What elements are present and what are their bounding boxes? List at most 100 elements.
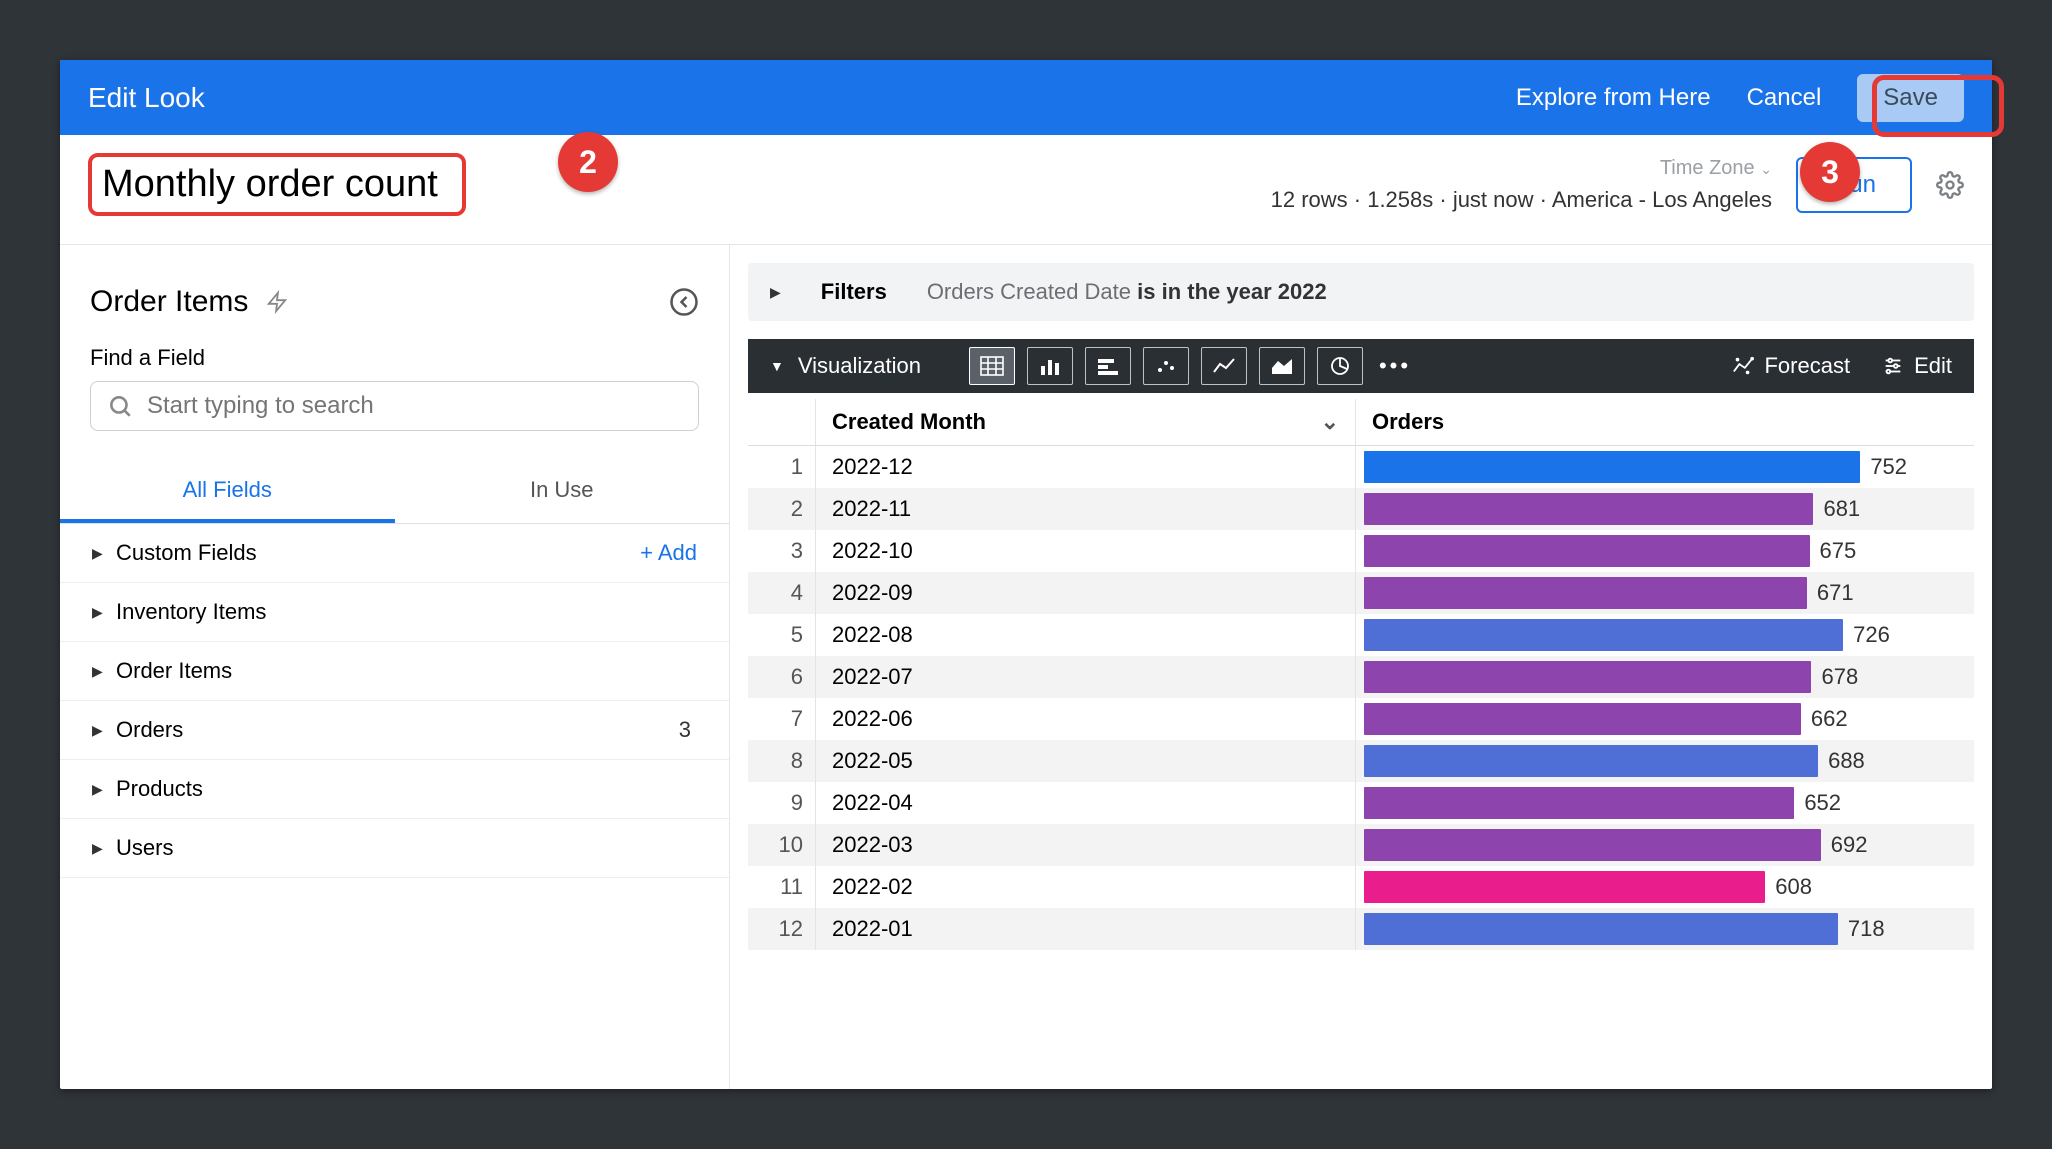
viz-column-icon[interactable] — [1027, 347, 1073, 385]
viz-table-icon[interactable] — [969, 347, 1015, 385]
bar-value: 681 — [1823, 496, 1860, 522]
row-index: 5 — [748, 614, 816, 656]
run-stats: 12 rows · 1.258s · just now · America - … — [1271, 183, 1772, 216]
bar — [1364, 535, 1810, 567]
bar — [1364, 619, 1843, 651]
filters-bar[interactable]: ▶ Filters Orders Created Date is in the … — [748, 263, 1974, 321]
viz-scatter-icon[interactable] — [1143, 347, 1189, 385]
cell-month: 2022-06 — [816, 698, 1356, 740]
explore-from-here-link[interactable]: Explore from Here — [1516, 84, 1711, 112]
row-index: 7 — [748, 698, 816, 740]
cell-orders: 608 — [1356, 866, 1974, 908]
cell-orders: 671 — [1356, 572, 1974, 614]
cell-month: 2022-04 — [816, 782, 1356, 824]
page-mode-title: Edit Look — [88, 82, 1516, 114]
row-index: 2 — [748, 488, 816, 530]
field-group[interactable]: ▶Orders3 — [60, 701, 729, 760]
app-window: Edit Look Explore from Here Cancel Save … — [60, 60, 1992, 1089]
bar — [1364, 871, 1765, 903]
collapse-sidebar-icon[interactable] — [669, 287, 699, 317]
sub-header: Monthly order count Time Zone ⌄ 12 rows … — [60, 135, 1992, 245]
field-groups: ▶Custom Fields+ Add▶Inventory Items▶Orde… — [60, 524, 729, 1089]
field-group[interactable]: ▶Inventory Items — [60, 583, 729, 642]
timezone-label[interactable]: Time Zone — [1660, 157, 1755, 179]
cell-orders: 688 — [1356, 740, 1974, 782]
bar-value: 688 — [1828, 748, 1865, 774]
table-row[interactable]: 92022-04 652 — [748, 782, 1974, 824]
bar — [1364, 577, 1807, 609]
table-row[interactable]: 32022-10675 — [748, 530, 1974, 572]
cell-month: 2022-08 — [816, 614, 1356, 656]
viz-more-icon[interactable]: ••• — [1379, 353, 1411, 379]
table-row[interactable]: 42022-09671 — [748, 572, 1974, 614]
table-row[interactable]: 82022-05 688 — [748, 740, 1974, 782]
field-group[interactable]: ▶Custom Fields+ Add — [60, 524, 729, 583]
bar-value: 652 — [1804, 790, 1841, 816]
bolt-icon[interactable] — [266, 289, 288, 315]
cell-orders: 681 — [1356, 488, 1974, 530]
viz-pie-icon[interactable] — [1317, 347, 1363, 385]
header-orders[interactable]: Orders — [1356, 399, 1974, 445]
cell-month: 2022-01 — [816, 908, 1356, 950]
field-search-input[interactable] — [147, 392, 682, 420]
row-index: 1 — [748, 446, 816, 488]
viz-bar-icon[interactable] — [1085, 347, 1131, 385]
field-group[interactable]: ▶Users — [60, 819, 729, 878]
field-group-label: Orders — [116, 717, 679, 743]
viz-type-icons: ••• — [963, 347, 1421, 385]
table-row[interactable]: 122022-01718 — [748, 908, 1974, 950]
cell-orders: 678 — [1356, 656, 1974, 698]
field-group[interactable]: ▶Order Items — [60, 642, 729, 701]
row-index: 8 — [748, 740, 816, 782]
data-table: Created Month ⌄ Orders 12022-1275222022-… — [748, 399, 1974, 950]
field-group-label: Products — [116, 776, 697, 802]
bar-value: 678 — [1821, 664, 1858, 690]
row-index: 9 — [748, 782, 816, 824]
cell-month: 2022-09 — [816, 572, 1356, 614]
cancel-link[interactable]: Cancel — [1747, 84, 1822, 112]
table-row[interactable]: 22022-11681 — [748, 488, 1974, 530]
table-row[interactable]: 12022-12752 — [748, 446, 1974, 488]
caret-right-icon: ▶ — [92, 545, 116, 562]
viz-edit-button[interactable]: Edit — [1882, 353, 1952, 379]
cell-month: 2022-10 — [816, 530, 1356, 572]
filters-label: Filters — [821, 279, 887, 305]
bar — [1364, 913, 1838, 945]
bar-value: 662 — [1811, 706, 1848, 732]
bar-value: 726 — [1853, 622, 1890, 648]
table-row[interactable]: 52022-08 726 — [748, 614, 1974, 656]
forecast-button[interactable]: Forecast — [1732, 353, 1850, 379]
look-title-input[interactable]: Monthly order count — [102, 159, 448, 210]
find-field-label: Find a Field — [60, 329, 729, 381]
table-row[interactable]: 112022-02608 — [748, 866, 1974, 908]
cell-month: 2022-03 — [816, 824, 1356, 866]
save-button[interactable]: Save — [1857, 74, 1964, 122]
bar-value: 718 — [1848, 916, 1885, 942]
field-picker-sidebar: Order Items Find a Field All Fields — [60, 245, 730, 1089]
cell-month: 2022-05 — [816, 740, 1356, 782]
table-row[interactable]: 102022-03692 — [748, 824, 1974, 866]
field-group[interactable]: ▶Products — [60, 760, 729, 819]
tab-all-fields[interactable]: All Fields — [60, 461, 395, 523]
tab-in-use[interactable]: In Use — [395, 461, 730, 523]
caret-right-icon: ▶ — [92, 604, 116, 621]
body: Order Items Find a Field All Fields — [60, 245, 1992, 1089]
table-row[interactable]: 62022-07 678 — [748, 656, 1974, 698]
header-created-month[interactable]: Created Month ⌄ — [816, 399, 1356, 445]
cell-orders: 692 — [1356, 824, 1974, 866]
field-tabs: All Fields In Use — [60, 461, 729, 524]
caret-down-icon[interactable]: ▼ — [770, 358, 784, 374]
cell-orders: 726 — [1356, 614, 1974, 656]
viz-area-icon[interactable] — [1259, 347, 1305, 385]
cell-orders: 675 — [1356, 530, 1974, 572]
cell-orders: 652 — [1356, 782, 1974, 824]
row-index: 6 — [748, 656, 816, 698]
gear-icon[interactable] — [1936, 171, 1964, 199]
run-info: Time Zone ⌄ 12 rows · 1.258s · just now … — [1271, 153, 1772, 216]
chevron-down-icon: ⌄ — [1321, 409, 1339, 435]
add-custom-field[interactable]: + Add — [640, 540, 697, 566]
field-search[interactable] — [90, 381, 699, 431]
viz-line-icon[interactable] — [1201, 347, 1247, 385]
table-row[interactable]: 72022-06 662 — [748, 698, 1974, 740]
cell-month: 2022-07 — [816, 656, 1356, 698]
